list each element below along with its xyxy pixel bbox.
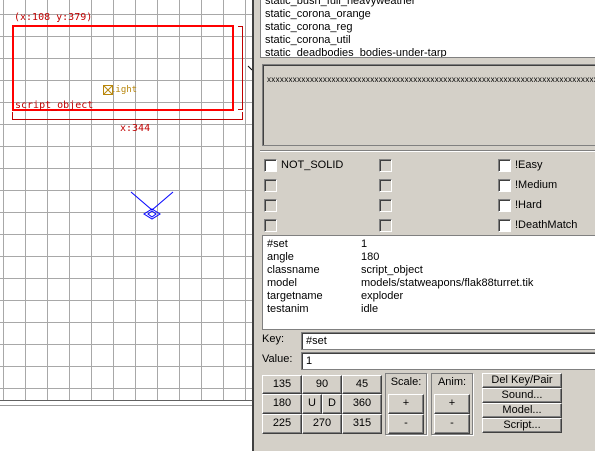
kv-value: 180 (361, 251, 380, 263)
kv-value: exploder (361, 290, 404, 302)
flag-label: !Hard (515, 199, 542, 211)
checkbox[interactable] (379, 178, 392, 192)
angle-90-button[interactable]: 90 (302, 375, 342, 394)
flag-not-medium[interactable]: !Medium (498, 178, 557, 192)
flag-label: !Medium (515, 179, 558, 191)
class-list-item[interactable]: static_corona_reg (261, 21, 595, 34)
value-input[interactable]: 1 (301, 352, 595, 370)
scale-up-button[interactable]: + (388, 394, 424, 414)
angle-315-button[interactable]: 315 (342, 414, 382, 434)
kv-value: script_object (361, 264, 423, 276)
checkbox[interactable] (498, 158, 511, 172)
model-button[interactable]: Model... (482, 403, 562, 418)
kv-key: classname (267, 264, 320, 276)
kv-key: #set (267, 238, 288, 250)
sound-button[interactable]: Sound... (482, 388, 562, 403)
angle-225-button[interactable]: 225 (262, 414, 302, 434)
class-list-item[interactable]: static_corona_util (261, 34, 595, 47)
keyvalue-row[interactable]: testanim idle (263, 303, 595, 316)
kv-key: angle (267, 251, 294, 263)
flag-unused[interactable] (379, 158, 396, 172)
entity-label: script_object (15, 100, 94, 111)
checkbox[interactable] (379, 158, 392, 172)
flag-not-solid[interactable]: NOT_SOLID (264, 158, 343, 172)
key-field-label: Key: (262, 333, 285, 345)
width-readout: x:344 (120, 123, 151, 134)
keyvalue-row[interactable]: targetname exploder (263, 290, 595, 303)
kv-key: testanim (267, 303, 309, 315)
flag-unused[interactable] (264, 218, 281, 232)
anim-prev-button[interactable]: - (434, 414, 470, 434)
map-viewport[interactable]: (x:108 y:379) script_object x:344 light (0, 0, 252, 451)
checkbox[interactable] (498, 198, 511, 212)
checkbox[interactable] (264, 218, 277, 232)
camera-icon[interactable] (127, 190, 177, 222)
flag-not-easy[interactable]: !Easy (498, 158, 543, 172)
angle-180-button[interactable]: 180 (262, 394, 302, 414)
flag-not-hard[interactable]: !Hard (498, 198, 542, 212)
angle-135-button[interactable]: 135 (262, 375, 302, 394)
keyvalue-row[interactable]: #set 1 (263, 238, 595, 251)
flag-label: !DeathMatch (515, 219, 578, 231)
flag-unused[interactable] (264, 178, 281, 192)
checkbox[interactable] (498, 218, 511, 232)
checkbox[interactable] (498, 178, 511, 192)
flag-unused[interactable] (379, 218, 396, 232)
angle-270-button[interactable]: 270 (302, 414, 342, 434)
scale-down-button[interactable]: - (388, 414, 424, 434)
checkbox[interactable] (264, 198, 277, 212)
flag-not-deathmatch[interactable]: !DeathMatch (498, 218, 577, 232)
light-label: light (110, 85, 138, 95)
keyvalue-list[interactable]: #set 1 angle 180 classname script_object mo… (262, 235, 595, 330)
grid (0, 0, 252, 406)
entity-inspector: static_bush_full_heavyweather static_cor… (252, 0, 595, 451)
selection-box[interactable] (12, 25, 234, 111)
flag-label: !Easy (515, 159, 543, 171)
keyvalue-row[interactable]: classname script_object (263, 264, 595, 277)
angle-down-button[interactable]: D (322, 394, 342, 414)
kv-value: idle (361, 303, 379, 315)
angle-up-button[interactable]: U (302, 394, 322, 414)
class-list-item[interactable]: static_deadbodies_bodies-under-tarp (261, 47, 595, 57)
coord-readout: (x:108 y:379) (14, 12, 93, 23)
checkbox[interactable] (264, 178, 277, 192)
key-input[interactable]: #set (301, 332, 595, 350)
angle-45-button[interactable]: 45 (342, 375, 382, 394)
value-field-label: Value: (262, 353, 293, 365)
divider (260, 150, 595, 152)
checkbox[interactable] (379, 198, 392, 212)
kv-key: targetname (267, 290, 323, 302)
flag-unused[interactable] (379, 198, 396, 212)
scale-label: Scale: (390, 376, 422, 388)
del-key-pair-button[interactable]: Del Key/Pair (482, 373, 562, 388)
angle-360-button[interactable]: 360 (342, 394, 382, 414)
kv-value: models/statweapons/flak88turret.tik (361, 277, 534, 289)
entity-comment-box[interactable]: xxxxxxxxxxxxxxxxxxxxxxxxxxxxxxxxxxxxxxxx… (262, 64, 595, 146)
flag-unused[interactable] (264, 198, 281, 212)
class-list-item[interactable]: static_bush_full_heavyweather (261, 0, 595, 8)
checkbox[interactable] (379, 218, 392, 232)
class-list-item[interactable]: static_corona_orange (261, 8, 595, 21)
entity-class-list[interactable]: static_bush_full_heavyweather static_cor… (260, 0, 595, 58)
checkbox[interactable] (264, 158, 277, 172)
flag-unused[interactable] (379, 178, 396, 192)
keyvalue-row[interactable]: model models/statweapons/flak88turret.tik (263, 277, 595, 290)
flag-label: NOT_SOLID (281, 159, 344, 171)
keyvalue-row[interactable]: angle 180 (263, 251, 595, 264)
kv-value: 1 (361, 238, 368, 250)
entity-comment-text: xxxxxxxxxxxxxxxxxxxxxxxxxxxxxxxxxxxxxxxx… (267, 75, 595, 84)
anim-next-button[interactable]: + (434, 394, 470, 414)
kv-key: model (267, 277, 297, 289)
script-button[interactable]: Script... (482, 418, 562, 433)
anim-label: Anim: (437, 376, 467, 388)
